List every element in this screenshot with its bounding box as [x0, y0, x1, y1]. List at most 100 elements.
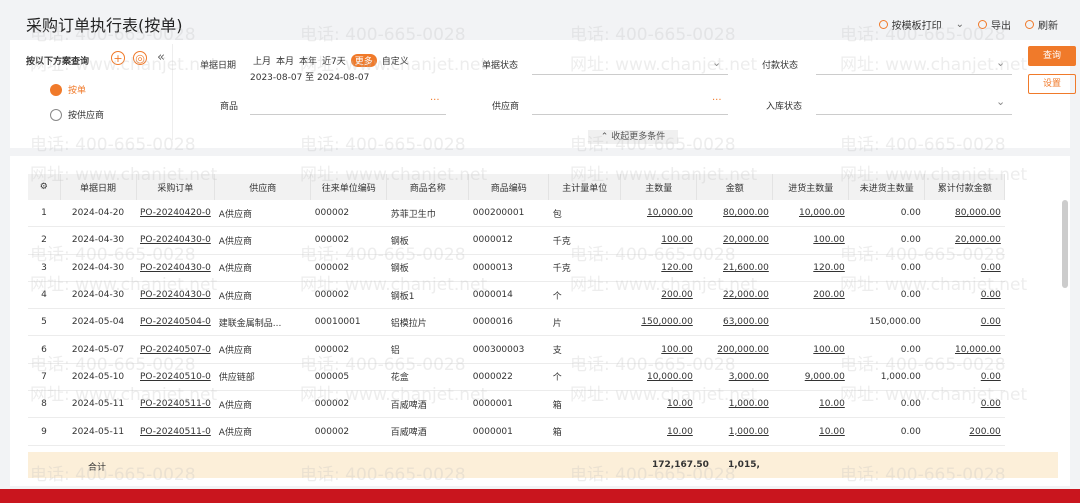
inbound-select[interactable]: [816, 114, 1012, 115]
column-header[interactable]: 商品名称: [386, 174, 470, 200]
table-cell[interactable]: 0.00: [924, 363, 1005, 392]
column-header[interactable]: 往来单位编码: [310, 174, 388, 200]
table-cell[interactable]: [772, 308, 849, 337]
scheme-settings-icon[interactable]: ◎: [133, 51, 147, 65]
supplier-picker-icon[interactable]: ···: [712, 95, 722, 106]
status-chevron-icon[interactable]: ⌄: [712, 56, 721, 69]
column-header[interactable]: 商品编码: [468, 174, 550, 200]
vertical-scrollbar[interactable]: [1062, 200, 1068, 288]
table-cell[interactable]: 100.00: [620, 226, 697, 255]
table-cell[interactable]: 1,000.00: [696, 390, 773, 419]
table-row[interactable]: 4 2024-04-30 PO-20240430-0 A供应商 000002 钢板1 000…: [28, 281, 1005, 310]
table-cell[interactable]: 9,000.00: [772, 363, 849, 392]
table-cell[interactable]: 10,000.00: [772, 200, 849, 228]
table-cell[interactable]: 1,000.00: [696, 417, 773, 446]
column-header[interactable]: 单据日期: [60, 174, 137, 200]
table-cell[interactable]: 200,000.00: [696, 335, 773, 364]
table-cell[interactable]: 100.00: [620, 335, 697, 364]
table-cell[interactable]: 63,000.00: [696, 308, 773, 337]
table-row[interactable]: 8 2024-05-11 PO-20240511-0 A供应商 000002 百威啤酒 00…: [28, 390, 1005, 419]
table-cell[interactable]: 0.00: [924, 281, 1005, 310]
payment-chevron-icon[interactable]: ⌄: [996, 56, 1005, 69]
order-link[interactable]: PO-20240510-0: [136, 363, 215, 392]
table-row[interactable]: 5 2024-05-04 PO-20240504-0 建联金属制品... 0001000…: [28, 308, 1005, 337]
product-input[interactable]: [250, 114, 446, 115]
quick-date-last-month[interactable]: 上月: [253, 54, 271, 67]
quick-date-7-days[interactable]: 近7天: [322, 54, 346, 67]
print-template-button[interactable]: 按模板打印: [878, 17, 942, 32]
product-picker-icon[interactable]: ···: [430, 95, 440, 106]
table-cell[interactable]: 21,600.00: [696, 254, 773, 282]
table-row[interactable]: 9 2024-05-11 PO-20240511-0 A供应商 000002 百威啤酒 00…: [28, 417, 1005, 446]
table-cell[interactable]: 10,000.00: [620, 200, 697, 228]
order-link[interactable]: PO-20240430-0: [136, 226, 215, 255]
table-cell[interactable]: 0.00: [924, 308, 1005, 337]
table-cell[interactable]: 200.00: [620, 281, 697, 310]
table-row[interactable]: 3 2024-04-30 PO-20240430-0 A供应商 000002 钢板 0000…: [28, 254, 1005, 282]
column-header[interactable]: 进货主数量: [772, 174, 850, 200]
table-cell[interactable]: 80,000.00: [924, 200, 1005, 228]
table-cell: 2024-04-30: [60, 226, 136, 255]
column-header[interactable]: 主数量: [620, 174, 698, 200]
date-range[interactable]: 2023-08-07 至 2024-08-07: [250, 70, 369, 83]
quick-date-this-month[interactable]: 本月: [276, 54, 294, 67]
table-cell[interactable]: 10,000.00: [924, 335, 1005, 364]
refresh-button[interactable]: 刷新: [1025, 17, 1058, 32]
table-cell[interactable]: 100.00: [772, 335, 849, 364]
column-settings-icon[interactable]: ⚙: [28, 174, 61, 200]
inbound-chevron-icon[interactable]: ⌄: [996, 95, 1005, 108]
scheme-item-by-supplier[interactable]: 按供应商: [50, 108, 104, 121]
table-cell[interactable]: 20,000.00: [696, 226, 773, 255]
column-header[interactable]: 累计付款金额: [924, 174, 1006, 200]
order-link[interactable]: PO-20240511-0: [136, 417, 215, 446]
table-cell[interactable]: 200.00: [924, 417, 1005, 446]
order-link[interactable]: PO-20240507-0: [136, 335, 215, 364]
table-cell[interactable]: 10.00: [620, 417, 697, 446]
table-row[interactable]: 2 2024-04-30 PO-20240430-0 A供应商 000002 钢板 0000…: [28, 226, 1005, 255]
settings-button[interactable]: 设置: [1028, 74, 1076, 94]
column-header[interactable]: 供应商: [214, 174, 312, 200]
table-cell[interactable]: 10.00: [620, 390, 697, 419]
table-cell[interactable]: 22,000.00: [696, 281, 773, 310]
order-link[interactable]: PO-20240511-0: [136, 390, 215, 419]
column-header[interactable]: 金额: [696, 174, 774, 200]
table-row[interactable]: 6 2024-05-07 PO-20240507-0 A供应商 000002 铝 00030…: [28, 335, 1005, 364]
table-cell: 铝模拉片: [386, 308, 469, 337]
table-cell[interactable]: 0.00: [924, 254, 1005, 282]
add-scheme-icon[interactable]: +: [111, 51, 125, 65]
column-header[interactable]: 未进货主数量: [848, 174, 926, 200]
table-cell[interactable]: 80,000.00: [696, 200, 773, 228]
table-cell[interactable]: 10,000.00: [620, 363, 697, 392]
column-header[interactable]: 采购订单: [136, 174, 216, 200]
table-cell[interactable]: 120.00: [620, 254, 697, 282]
table-cell[interactable]: 10.00: [772, 390, 849, 419]
scheme-item-by-order[interactable]: 按单: [50, 83, 86, 96]
order-link[interactable]: PO-20240430-0: [136, 254, 215, 282]
quick-date-custom[interactable]: 自定义: [382, 54, 409, 67]
order-link[interactable]: PO-20240504-0: [136, 308, 215, 337]
table-cell[interactable]: 20,000.00: [924, 226, 1005, 255]
order-link[interactable]: PO-20240420-0: [136, 200, 215, 228]
quick-date-more[interactable]: 更多: [350, 54, 377, 67]
table-cell[interactable]: 120.00: [772, 254, 849, 282]
table-cell: 000002: [310, 226, 387, 255]
collapse-conditions-button[interactable]: ⌃ 收起更多条件: [588, 130, 678, 144]
table-cell[interactable]: 100.00: [772, 226, 849, 255]
table-cell[interactable]: 150,000.00: [620, 308, 697, 337]
quick-date-this-year[interactable]: 本年: [299, 54, 317, 67]
supplier-input[interactable]: [532, 114, 728, 115]
query-button[interactable]: 查询: [1028, 46, 1076, 66]
table-cell[interactable]: 0.00: [924, 390, 1005, 419]
export-button[interactable]: 导出: [978, 17, 1011, 32]
table-cell[interactable]: 3,000.00: [696, 363, 773, 392]
table-row[interactable]: 1 2024-04-20 PO-20240420-0 A供应商 000002 苏菲卫生巾 0…: [28, 200, 1005, 228]
order-link[interactable]: PO-20240430-0: [136, 281, 215, 310]
chevron-down-icon[interactable]: ⌄: [956, 19, 964, 30]
column-header[interactable]: 主计量单位: [548, 174, 622, 200]
table-cell[interactable]: 10.00: [772, 417, 849, 446]
table-cell[interactable]: 200.00: [772, 281, 849, 310]
collapse-sidebar-icon[interactable]: «: [157, 50, 165, 65]
table-row[interactable]: 7 2024-05-10 PO-20240510-0 供应链部 000005 花盒 0000…: [28, 363, 1005, 392]
payment-select[interactable]: [816, 74, 1012, 75]
status-select[interactable]: [532, 74, 728, 75]
